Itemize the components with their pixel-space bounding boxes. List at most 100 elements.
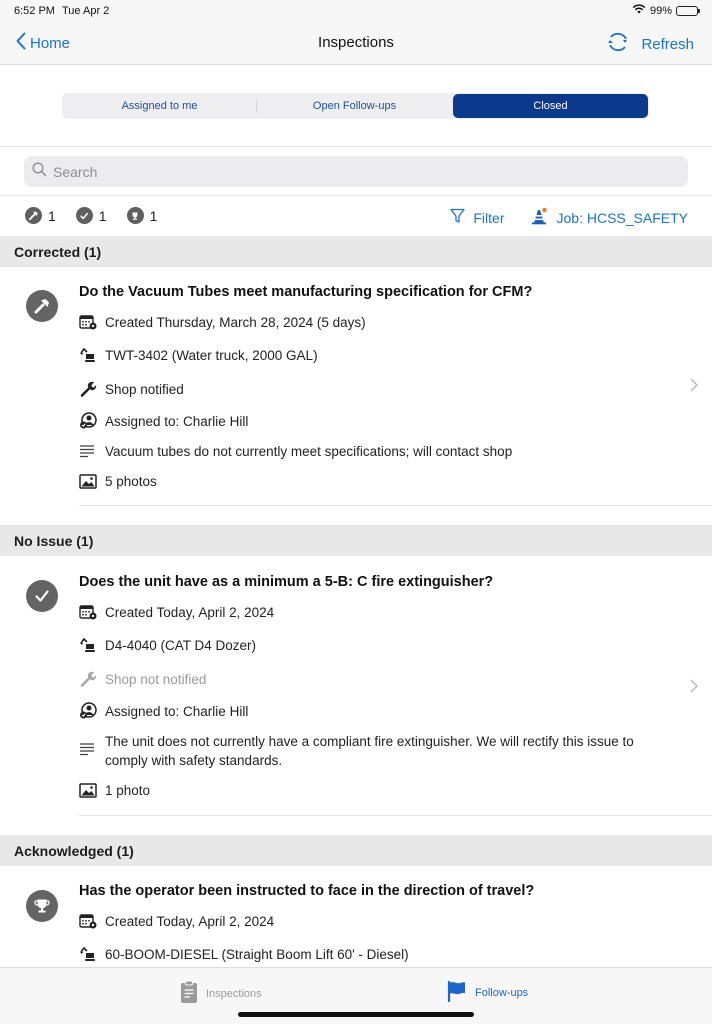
wrench-icon bbox=[79, 380, 99, 398]
job-selector[interactable]: Job: HCSS_SAFETY bbox=[531, 207, 689, 228]
trophy-icon bbox=[126, 207, 144, 224]
created-row: Created Today, April 2, 2024 bbox=[79, 603, 274, 622]
wrench-icon bbox=[79, 670, 99, 688]
assigned-row: Assigned to: Charlie Hill bbox=[79, 412, 248, 431]
section-header-no-issue: No Issue (1) bbox=[0, 525, 712, 556]
shop-status: Shop notified bbox=[105, 382, 184, 397]
status-counts: 1 1 1 bbox=[25, 207, 157, 224]
navigation-bar: Home Inspections Refresh bbox=[0, 22, 712, 65]
tab-inspections[interactable]: Inspections bbox=[180, 980, 262, 1007]
shop-status: Shop not notified bbox=[105, 672, 207, 687]
filter-label: Filter bbox=[473, 209, 505, 226]
status-bar: 6:52 PM Tue Apr 2 99% bbox=[0, 0, 712, 22]
excavator-icon bbox=[79, 636, 99, 654]
created-row: Created Today, April 2, 2024 bbox=[79, 912, 274, 931]
card-title: Has the operator been instructed to face… bbox=[79, 883, 535, 899]
card-title: Do the Vacuum Tubes meet manufacturing s… bbox=[79, 284, 533, 300]
notes-icon bbox=[79, 442, 99, 460]
summary-row: 1 1 1 Filter Job: HCSS_SAFETY bbox=[0, 196, 712, 236]
excavator-icon bbox=[79, 346, 99, 364]
status-date: Tue Apr 2 bbox=[62, 5, 110, 17]
refresh-label: Refresh bbox=[641, 35, 694, 53]
photos-text: 5 photos bbox=[105, 474, 157, 489]
count-value: 1 bbox=[149, 207, 158, 224]
wifi-icon bbox=[632, 4, 646, 17]
flag-icon bbox=[447, 980, 467, 1005]
photo-icon bbox=[79, 472, 99, 490]
section-header-acknowledged: Acknowledged (1) bbox=[0, 835, 712, 866]
tab-label: Follow-ups bbox=[475, 986, 529, 999]
traffic-cone-icon bbox=[531, 207, 549, 228]
tab-follow-ups[interactable]: Follow-ups bbox=[447, 980, 528, 1005]
notes-text: Vacuum tubes do not currently meet speci… bbox=[105, 444, 513, 459]
segment-closed[interactable]: Closed bbox=[453, 94, 648, 118]
notes-row: Vacuum tubes do not currently meet speci… bbox=[79, 442, 512, 461]
assigned-user-icon bbox=[79, 412, 99, 430]
section-header-corrected: Corrected (1) bbox=[0, 236, 712, 267]
hammer-icon bbox=[26, 290, 58, 322]
excavator-icon bbox=[79, 945, 99, 963]
hammer-icon bbox=[25, 207, 42, 224]
row-divider bbox=[79, 815, 712, 816]
segment-container: Assigned to me Open Follow-ups Closed bbox=[0, 65, 712, 147]
status-right: 99% bbox=[632, 4, 700, 17]
check-icon bbox=[26, 580, 58, 612]
count-corrected: 1 bbox=[25, 207, 56, 224]
segment-open-follow-ups[interactable]: Open Follow-ups bbox=[257, 93, 452, 119]
calendar-icon bbox=[79, 313, 99, 331]
inspection-card[interactable]: Has the operator been instructed to face… bbox=[0, 866, 712, 967]
battery-percent: 99% bbox=[649, 4, 672, 17]
home-indicator bbox=[238, 1012, 474, 1017]
inspection-card[interactable]: Do the Vacuum Tubes meet manufacturing s… bbox=[0, 267, 712, 525]
equipment-row: D4-4040 (CAT D4 Dozer) bbox=[79, 636, 256, 655]
assigned-text: Assigned to: Charlie Hill bbox=[105, 414, 249, 429]
row-divider bbox=[79, 505, 712, 506]
search-icon bbox=[32, 161, 47, 182]
created-text: Created Today, April 2, 2024 bbox=[105, 605, 275, 620]
notes-row: The unit does not currently have a compl… bbox=[79, 732, 669, 770]
equipment-text: TWT-3402 (Water truck, 2000 GAL) bbox=[105, 348, 318, 363]
notes-icon bbox=[79, 740, 99, 758]
search-input[interactable] bbox=[53, 163, 653, 180]
equipment-row: 60-BOOM-DIESEL (Straight Boom Lift 60' -… bbox=[79, 945, 409, 964]
count-acknowledged: 1 bbox=[126, 207, 158, 224]
battery-icon bbox=[676, 5, 700, 16]
notes-text: The unit does not currently have a compl… bbox=[105, 734, 634, 768]
refresh-button[interactable]: Refresh bbox=[605, 30, 694, 58]
equipment-text: 60-BOOM-DIESEL (Straight Boom Lift 60' -… bbox=[105, 947, 409, 962]
clipboard-icon bbox=[180, 980, 198, 1007]
chevron-right-icon bbox=[690, 378, 699, 397]
photo-icon bbox=[79, 781, 99, 799]
shop-row: Shop not notified bbox=[79, 670, 206, 689]
photos-text: 1 photo bbox=[105, 783, 151, 798]
job-label: Job: HCSS_SAFETY bbox=[556, 209, 689, 226]
search-container bbox=[0, 147, 712, 196]
count-no-issue: 1 bbox=[75, 207, 107, 224]
chevron-right-icon bbox=[690, 679, 699, 698]
search-field[interactable] bbox=[24, 156, 688, 187]
filter-button[interactable]: Filter bbox=[450, 208, 505, 227]
assigned-user-icon bbox=[79, 702, 99, 720]
equipment-text: D4-4040 (CAT D4 Dozer) bbox=[105, 638, 257, 653]
inspection-card[interactable]: Does the unit have as a minimum a 5-B: C… bbox=[0, 556, 712, 835]
created-text: Created Thursday, March 28, 2024 (5 days… bbox=[105, 315, 366, 330]
card-title: Does the unit have as a minimum a 5-B: C… bbox=[79, 574, 494, 590]
segmented-control: Assigned to me Open Follow-ups Closed bbox=[62, 93, 649, 119]
calendar-icon bbox=[79, 912, 99, 930]
assigned-row: Assigned to: Charlie Hill bbox=[79, 702, 248, 721]
count-value: 1 bbox=[98, 207, 107, 224]
created-row: Created Thursday, March 28, 2024 (5 days… bbox=[79, 313, 366, 332]
check-icon bbox=[75, 207, 93, 224]
segment-assigned-to-me[interactable]: Assigned to me bbox=[62, 93, 257, 119]
toolbar: Filter Job: HCSS_SAFETY bbox=[450, 207, 688, 228]
tab-label: Inspections bbox=[206, 987, 262, 1000]
count-value: 1 bbox=[48, 207, 56, 224]
status-time: 6:52 PM bbox=[14, 5, 55, 17]
calendar-icon bbox=[79, 603, 99, 621]
created-text: Created Today, April 2, 2024 bbox=[105, 914, 275, 929]
shop-row: Shop notified bbox=[79, 380, 184, 399]
equipment-row: TWT-3402 (Water truck, 2000 GAL) bbox=[79, 346, 318, 365]
trophy-icon bbox=[26, 890, 58, 922]
assigned-text: Assigned to: Charlie Hill bbox=[105, 704, 249, 719]
photos-row: 1 photo bbox=[79, 781, 150, 800]
